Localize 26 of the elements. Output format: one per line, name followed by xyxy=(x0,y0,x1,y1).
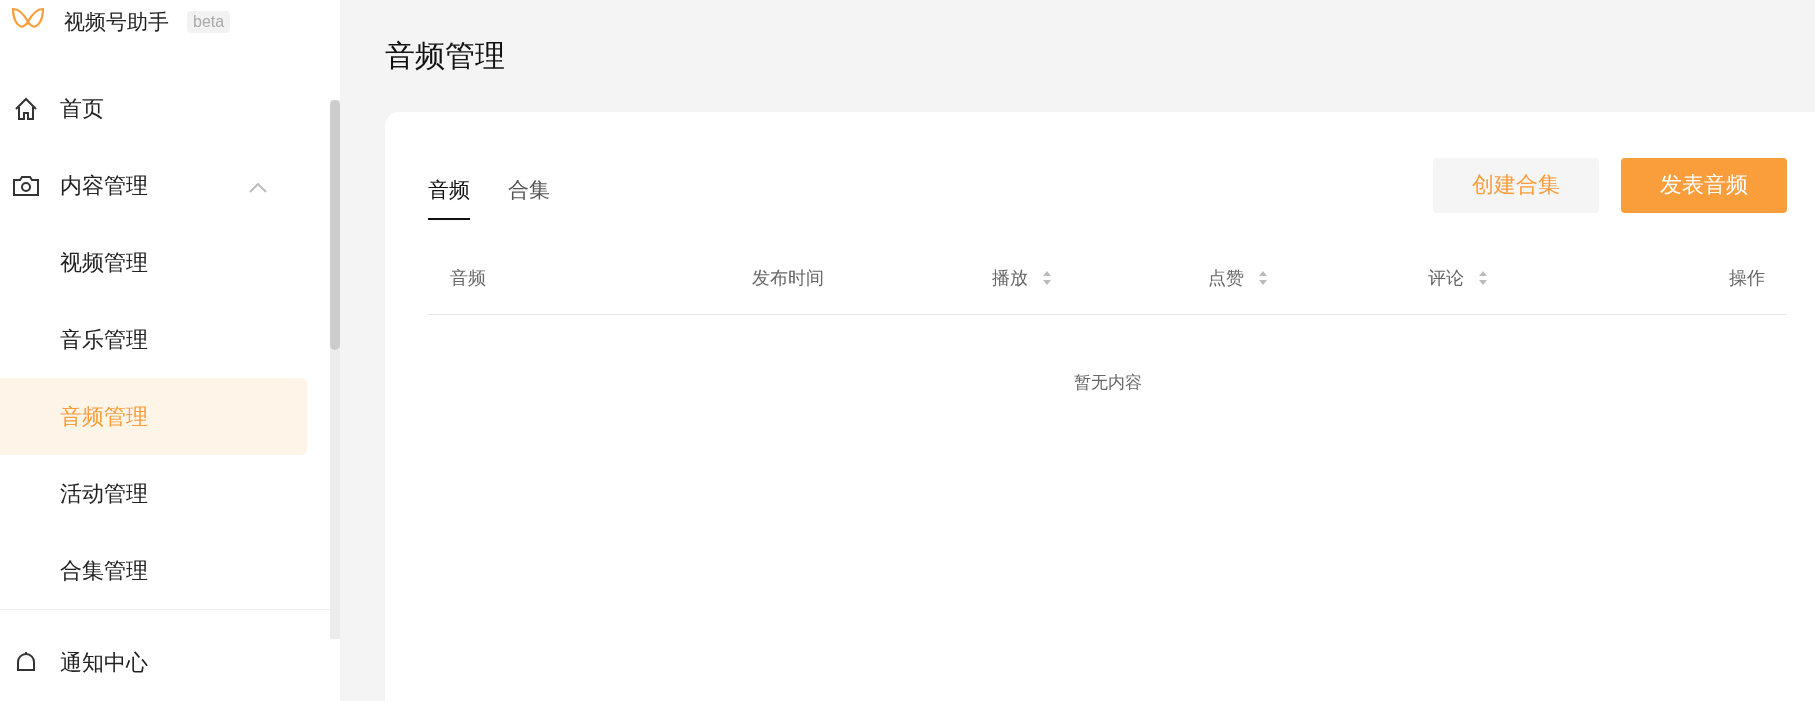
column-header[interactable]: 点赞 xyxy=(1208,266,1428,290)
sidebar-item[interactable]: 内容管理 xyxy=(0,147,307,224)
tab[interactable]: 合集 xyxy=(508,166,550,220)
page-title: 音频管理 xyxy=(385,37,506,74)
home-icon xyxy=(13,96,39,121)
column-header: 音频 xyxy=(450,267,487,290)
column-header[interactable]: 评论 xyxy=(1428,266,1597,290)
app-name: 视频号助手 xyxy=(64,9,169,35)
column-header: 发布时间 xyxy=(752,267,825,290)
sort-icon[interactable] xyxy=(1042,270,1052,286)
camera-icon xyxy=(12,174,40,197)
sort-icon[interactable] xyxy=(1478,270,1488,286)
sidebar-item[interactable]: 通知中心 xyxy=(0,624,307,701)
column-header: 操作 xyxy=(1729,267,1765,290)
sidebar-item[interactable]: 合集管理 xyxy=(0,532,307,609)
empty-message: 暂无内容 xyxy=(1073,373,1142,392)
beta-badge: beta xyxy=(187,11,231,33)
column-header[interactable]: 播放 xyxy=(992,266,1208,290)
chevron-up-icon[interactable] xyxy=(249,182,267,193)
sidebar-item[interactable]: 音乐管理 xyxy=(0,301,307,378)
tab[interactable]: 音频 xyxy=(428,166,470,220)
sidebar-item[interactable]: 视频管理 xyxy=(0,224,307,301)
sidebar-item[interactable]: 活动管理 xyxy=(0,455,307,532)
sidebar-item[interactable]: 首页 xyxy=(0,70,307,147)
sort-icon[interactable] xyxy=(1258,270,1268,286)
scrollbar[interactable] xyxy=(330,100,340,639)
